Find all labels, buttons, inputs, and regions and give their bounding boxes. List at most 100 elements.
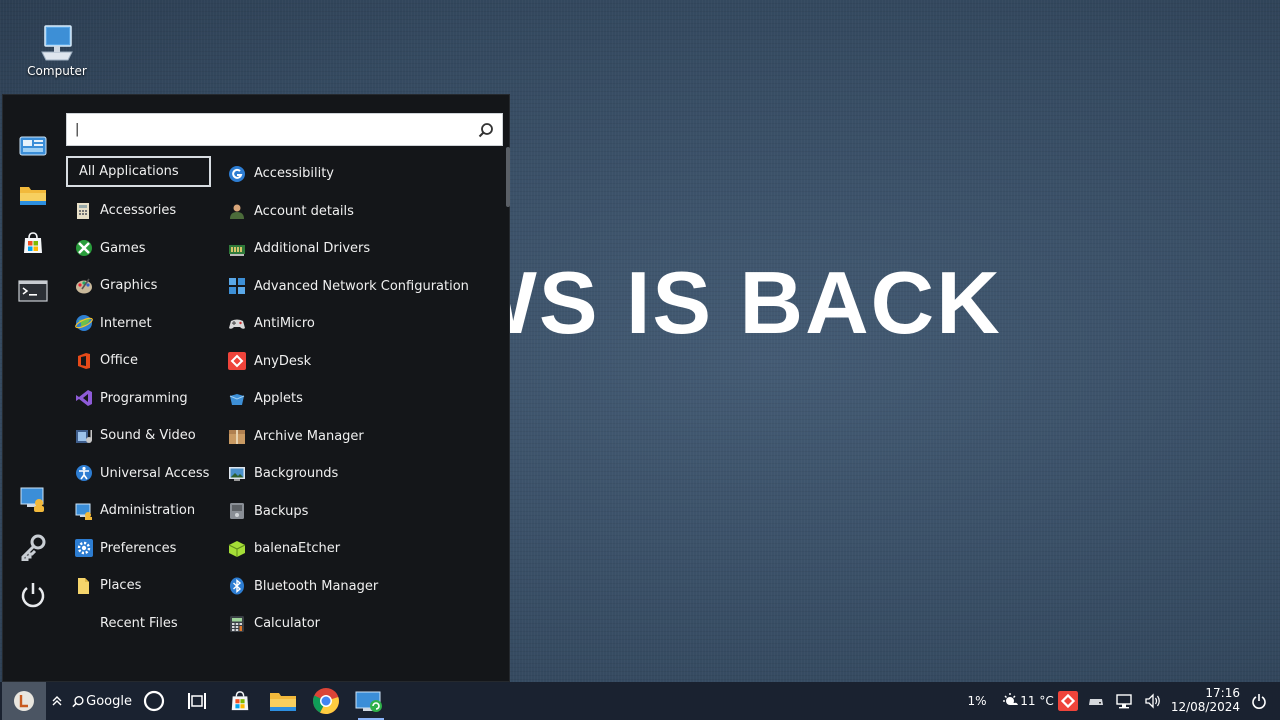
category-internet[interactable]: Internet [66,305,211,343]
web-search-button[interactable]: Google [72,682,132,720]
app-archive-manager[interactable]: Archive Manager [225,418,505,456]
taskbar-store-button[interactable] [226,682,254,720]
category-label: Recent Files [100,615,178,631]
category-label: All Applications [79,164,179,179]
tray-anydesk-button[interactable] [1057,682,1079,720]
tray-network-button[interactable] [1114,682,1136,720]
taskbar-files-button[interactable] [268,682,298,720]
graphics-icon [74,276,94,296]
category-label: Accessories [100,203,177,219]
power-button[interactable] [15,577,51,613]
cpu-usage-label: 1% [967,694,987,708]
app-label: balenaEtcher [254,541,341,557]
chevron-up-icon [52,696,62,706]
computer-icon [41,25,73,61]
category-label: Internet [100,315,152,331]
category-programming[interactable]: Programming [66,380,211,418]
category-places[interactable]: Places [66,567,211,605]
file-manager-icon [20,187,46,205]
user-settings-icon [20,487,44,512]
app-accessibility[interactable]: Accessibility [225,155,505,193]
category-label: Games [100,240,146,256]
assistant-button[interactable] [140,682,168,720]
user-settings-button[interactable] [15,481,51,517]
start-button[interactable] [2,682,46,720]
task-view-button[interactable] [184,682,210,720]
keys-icon [21,534,46,561]
app-antimicro[interactable]: AntiMicro [225,305,505,343]
accessories-icon [74,201,94,221]
show-hidden-button[interactable] [50,682,64,720]
chrome-icon [313,688,339,715]
app-bluetooth-manager[interactable]: Bluetooth Manager [225,568,505,606]
app-applets[interactable]: Applets [225,380,505,418]
weather-widget[interactable]: 11 °C [1002,682,1054,720]
category-accessories[interactable]: Accessories [66,192,211,230]
category-list: All Applications Accessories Games Graph… [66,155,211,642]
app-calculator[interactable]: Calculator [225,605,505,643]
drive-icon [1089,699,1103,705]
app-label: Calculator [254,616,321,632]
places-icon [74,576,94,596]
app-backgrounds[interactable]: Backgrounds [225,455,505,493]
update-manager-icon [355,691,382,712]
software-store-icon [231,691,249,711]
search-icon[interactable] [478,122,494,138]
menu-search-box[interactable] [66,113,503,146]
app-backups[interactable]: Backups [225,493,505,531]
category-office[interactable]: Office [66,342,211,380]
drivers-icon [227,239,247,259]
category-label: Office [100,353,138,369]
category-recent-files[interactable]: Recent Files [66,605,211,643]
task-view-icon [188,693,206,709]
backups-icon [227,501,247,521]
category-label: Graphics [100,278,158,294]
control-panel-button[interactable] [15,129,51,165]
network-icon [1116,694,1132,709]
terminal-icon [18,280,48,302]
start-menu: All Applications Accessories Games Graph… [2,94,510,682]
app-advanced-network-configuration[interactable]: Advanced Network Configuration [225,268,505,306]
power-icon [1252,694,1266,709]
tray-power-button[interactable] [1248,682,1270,720]
cpu-usage[interactable]: 1% [960,682,994,720]
category-label: Administration [100,503,196,519]
gamepad-icon [227,314,247,334]
category-preferences[interactable]: Preferences [66,530,211,568]
circle-icon [143,690,165,712]
file-manager-button[interactable] [15,177,51,213]
app-list-scrollbar[interactable] [506,147,510,207]
app-balenaetcher[interactable]: balenaEtcher [225,530,505,568]
office-icon [74,351,94,371]
lindows-logo-icon [14,691,34,711]
sound-video-icon [74,426,94,446]
category-sound-video[interactable]: Sound & Video [66,417,211,455]
category-administration[interactable]: Administration [66,492,211,530]
backgrounds-icon [227,464,247,484]
tray-volume-button[interactable] [1142,682,1164,720]
category-all-applications[interactable]: All Applications [66,156,211,187]
applets-icon [227,389,247,409]
application-list: Accessibility Account details Additional… [225,155,505,643]
desktop-icon-computer[interactable]: Computer [22,22,92,78]
terminal-button[interactable] [15,273,51,309]
category-label: Places [100,578,142,594]
software-store-button[interactable] [15,225,51,261]
passwords-keys-button[interactable] [15,529,51,565]
app-additional-drivers[interactable]: Additional Drivers [225,230,505,268]
app-label: Advanced Network Configuration [254,278,469,294]
tray-drive-button[interactable] [1086,682,1106,720]
category-universal-access[interactable]: Universal Access [66,455,211,493]
app-account-details[interactable]: Account details [225,193,505,231]
taskbar-update-manager-button[interactable] [350,682,388,720]
category-graphics[interactable]: Graphics [66,267,211,305]
search-icon [72,695,84,707]
search-input[interactable] [67,114,467,145]
clock[interactable]: 17:16 12/08/2024 [1171,686,1240,714]
category-games[interactable]: Games [66,230,211,268]
network-config-icon [227,276,247,296]
taskbar-chrome-button[interactable] [310,682,342,720]
internet-icon [74,313,94,333]
app-anydesk[interactable]: AnyDesk [225,343,505,381]
app-label: Archive Manager [254,428,364,444]
